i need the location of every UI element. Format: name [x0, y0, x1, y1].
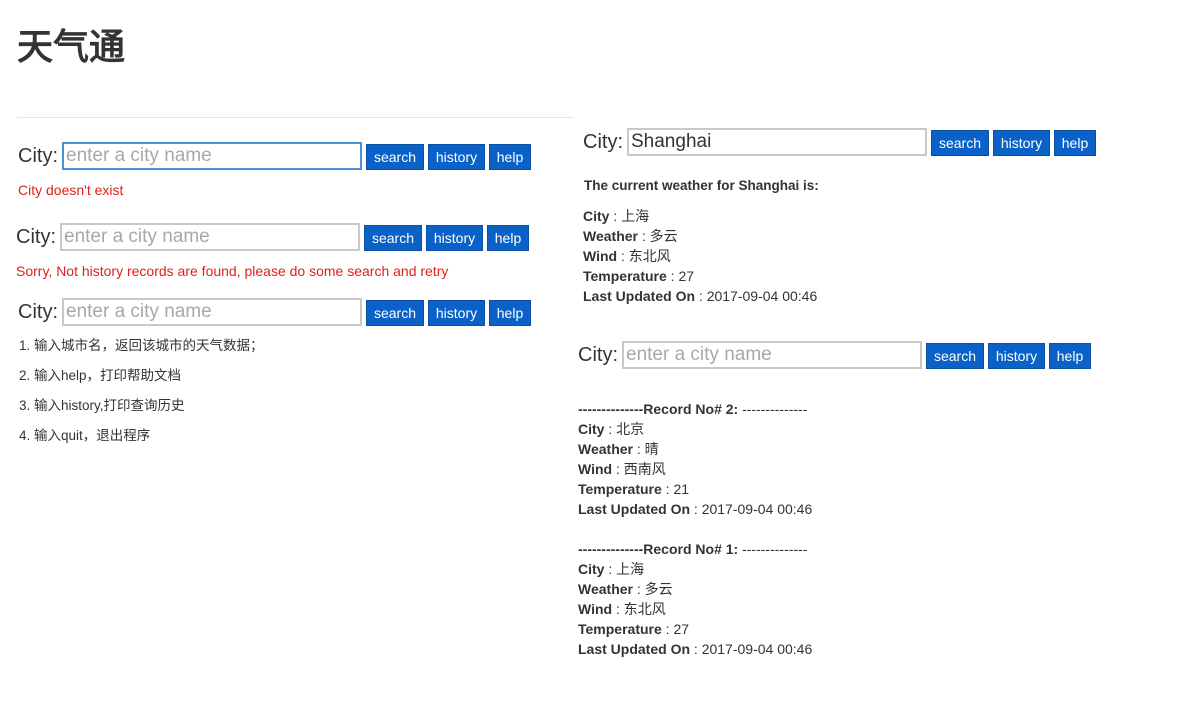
record-city: City : 北京 [578, 421, 645, 437]
record-temperature: Temperature : 27 [578, 621, 690, 637]
city-label: City: [16, 226, 56, 248]
record-wind: Wind : 东北风 [578, 601, 666, 617]
city-label: City: [583, 131, 623, 153]
help-text-line: 2. 输入help，打印帮助文档 [19, 368, 182, 383]
help-button[interactable]: help [1054, 130, 1096, 156]
history-button[interactable]: history [988, 343, 1045, 369]
record-header: --------------Record No# 2: ------------… [578, 401, 808, 417]
record-wind: Wind : 西南风 [578, 461, 666, 477]
help-button[interactable]: help [487, 225, 529, 251]
record-header: --------------Record No# 1: ------------… [578, 541, 808, 557]
record-temperature: Temperature : 21 [578, 481, 690, 497]
city-input[interactable] [62, 298, 362, 326]
record-city: City : 上海 [578, 561, 645, 577]
app-title: 天气通 [17, 27, 126, 68]
error-message: City doesn't exist [18, 182, 124, 198]
search-button[interactable]: search [931, 130, 989, 156]
record-updated: Last Updated On : 2017-09-04 00:46 [578, 641, 813, 657]
record-weather: Weather : 晴 [578, 441, 659, 457]
search-button[interactable]: search [926, 343, 984, 369]
title-divider [17, 117, 574, 118]
city-label: City: [18, 145, 58, 167]
record-weather: Weather : 多云 [578, 581, 673, 597]
weather-city: City : 上海 [583, 208, 650, 224]
help-text-line: 1. 输入城市名，返回该城市的天气数据； [19, 338, 264, 353]
search-button[interactable]: search [364, 225, 422, 251]
weather-updated: Last Updated On : 2017-09-04 00:46 [583, 288, 818, 304]
search-row-4: City: search history help [583, 128, 1103, 156]
city-label: City: [18, 301, 58, 323]
history-button[interactable]: history [428, 300, 485, 326]
search-row-3: City: search history help [18, 298, 538, 326]
city-input[interactable] [60, 223, 360, 251]
search-button[interactable]: search [366, 144, 424, 170]
search-row-2: City: search history help [16, 223, 536, 251]
search-button[interactable]: search [366, 300, 424, 326]
weather-temperature: Temperature : 27 [583, 268, 695, 284]
help-button[interactable]: help [1049, 343, 1091, 369]
city-input[interactable] [627, 128, 927, 156]
help-text-line: 4. 输入quit，退出程序 [19, 428, 151, 443]
weather-heading: The current weather for Shanghai is: [584, 178, 819, 193]
history-button[interactable]: history [428, 144, 485, 170]
record-updated: Last Updated On : 2017-09-04 00:46 [578, 501, 813, 517]
weather-condition: Weather : 多云 [583, 228, 678, 244]
search-row-1: City: search history help [18, 142, 538, 170]
city-label: City: [578, 344, 618, 366]
city-input[interactable] [62, 142, 362, 170]
history-button[interactable]: history [993, 130, 1050, 156]
search-row-5: City: search history help [578, 341, 1098, 369]
weather-wind: Wind : 东北风 [583, 248, 671, 264]
history-button[interactable]: history [426, 225, 483, 251]
city-input[interactable] [622, 341, 922, 369]
error-message: Sorry, Not history records are found, pl… [16, 263, 449, 279]
help-text-line: 3. 输入history,打印查询历史 [19, 398, 185, 413]
help-button[interactable]: help [489, 144, 531, 170]
help-button[interactable]: help [489, 300, 531, 326]
